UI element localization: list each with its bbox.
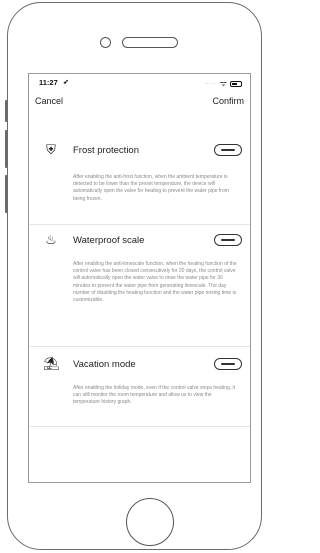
setting-title: Frost protection (73, 145, 139, 156)
app-screen: 11:27 ➶ ····· ᯤ Cancel Confirm ⛨ Frost p… (28, 73, 251, 483)
divider (29, 346, 250, 347)
setting-title: Vacation mode (73, 359, 136, 370)
front-camera (100, 37, 111, 48)
volume-down-button (5, 175, 8, 213)
water-scale-icon: ♨ (45, 232, 57, 247)
signal-icon: ····· (204, 80, 217, 87)
divider (29, 426, 250, 427)
setting-frost-protection: ⛨ Frost protection After enabling the an… (29, 136, 250, 228)
status-time: 11:27 (39, 78, 58, 87)
setting-vacation-mode: ⛱ Vacation mode After enabling the holid… (29, 352, 250, 432)
setting-description: After enabling the anti-frost function, … (73, 174, 229, 202)
frost-protection-toggle[interactable] (214, 144, 242, 156)
battery-icon (230, 80, 242, 87)
cancel-button[interactable]: Cancel (35, 96, 63, 106)
vacation-icon: ⛱ (43, 356, 60, 371)
home-button[interactable] (126, 498, 174, 546)
waterproof-scale-toggle[interactable] (214, 234, 242, 246)
status-bar: 11:27 ➶ ····· ᯤ (37, 78, 242, 90)
confirm-button[interactable]: Confirm (212, 96, 244, 106)
earpiece-speaker (122, 37, 178, 48)
shield-icon: ⛨ (46, 142, 56, 157)
location-icon: ➶ (63, 79, 69, 86)
mute-switch (5, 100, 8, 122)
setting-description: After enabling the anti-limescale functi… (73, 261, 237, 304)
vacation-mode-toggle[interactable] (214, 358, 242, 370)
divider (29, 224, 250, 225)
wifi-icon: ᯤ (219, 79, 227, 88)
setting-description: After enabling the holiday mode, even if… (73, 385, 236, 406)
setting-title: Waterproof scale (73, 235, 145, 246)
nav-bar: Cancel Confirm (29, 96, 250, 110)
setting-waterproof-scale: ♨ Waterproof scale After enabling the an… (29, 228, 250, 348)
volume-up-button (5, 130, 8, 168)
